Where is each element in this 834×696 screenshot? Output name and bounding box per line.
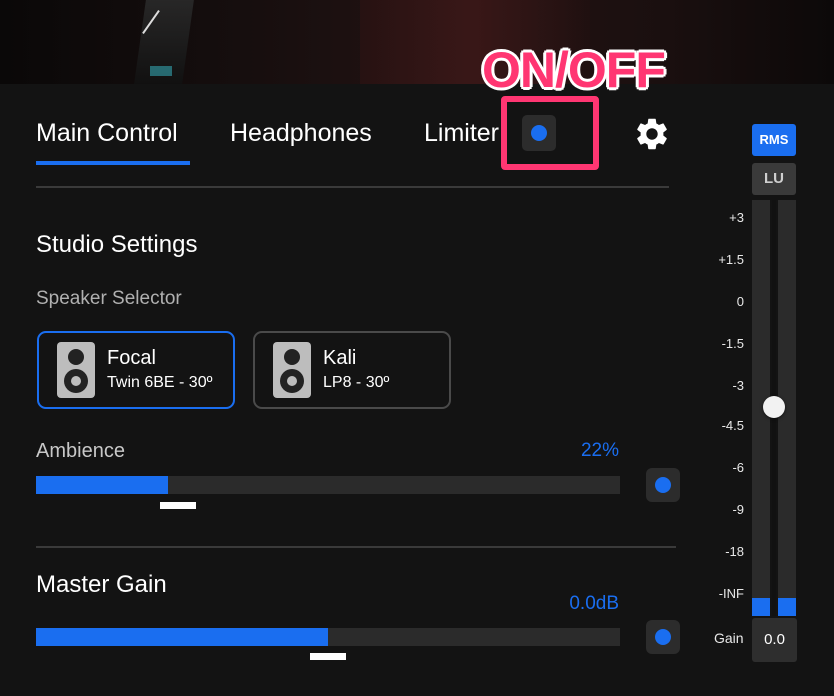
tab-main-control[interactable]: Main Control bbox=[36, 118, 178, 148]
speaker-icon bbox=[273, 342, 311, 398]
meter-scale-label: -9 bbox=[732, 502, 744, 517]
ambience-value: 22% bbox=[580, 440, 619, 461]
speaker-name: Kali bbox=[323, 347, 357, 369]
speaker-model: Twin 6BE - 30º bbox=[107, 374, 213, 391]
annotation-label: ON/OFF bbox=[482, 42, 666, 98]
ambience-slider-fill bbox=[36, 476, 168, 494]
tab-limiter[interactable]: Limiter bbox=[424, 118, 500, 148]
header-photo bbox=[0, 0, 834, 84]
master-gain-toggle[interactable] bbox=[646, 620, 680, 654]
active-tab-indicator bbox=[36, 161, 190, 165]
tab-headphones[interactable]: Headphones bbox=[230, 118, 372, 148]
meter-scale-label: -3 bbox=[732, 378, 744, 393]
lu-mode-button[interactable]: LU bbox=[752, 163, 796, 195]
meter-scale-label: -6 bbox=[732, 460, 744, 475]
master-gain-value: 0.0dB bbox=[569, 593, 619, 614]
ambience-label: Ambience bbox=[36, 440, 125, 462]
speaker-model: LP8 - 30º bbox=[323, 374, 390, 391]
speaker-selector-label: Speaker Selector bbox=[36, 288, 182, 309]
meter-scale-label: +1.5 bbox=[718, 252, 744, 267]
speaker-option-focal[interactable]: Focal Twin 6BE - 30º bbox=[37, 331, 235, 409]
speaker-icon bbox=[57, 342, 95, 398]
gain-fader-knob[interactable] bbox=[763, 396, 785, 418]
ambience-slider[interactable] bbox=[36, 476, 620, 494]
ambience-slider-handle[interactable] bbox=[160, 502, 196, 509]
master-gain-label: Master Gain bbox=[36, 571, 167, 598]
master-gain-slider-handle[interactable] bbox=[310, 653, 346, 660]
annotation-highlight-box bbox=[501, 96, 599, 170]
tabs-divider bbox=[36, 186, 669, 188]
toggle-on-indicator bbox=[655, 477, 671, 493]
master-gain-slider-fill bbox=[36, 628, 328, 646]
meter-scale-label: +3 bbox=[729, 210, 744, 225]
ambience-toggle[interactable] bbox=[646, 468, 680, 502]
meter-scale-label: -1.5 bbox=[721, 336, 744, 351]
speaker-name: Focal bbox=[107, 347, 156, 369]
meter-scale-label: -4.5 bbox=[721, 418, 744, 433]
toggle-on-indicator bbox=[655, 629, 671, 645]
master-gain-slider[interactable] bbox=[36, 628, 620, 646]
meter-scale-label: -18 bbox=[725, 544, 744, 559]
gain-label: Gain bbox=[714, 630, 744, 646]
meter-scale-label: 0 bbox=[736, 294, 744, 309]
gain-value-field[interactable]: 0.0 bbox=[752, 618, 797, 662]
speaker-option-kali[interactable]: Kali LP8 - 30º bbox=[253, 331, 451, 409]
gear-icon[interactable] bbox=[633, 115, 671, 153]
meter-scale-label: -INF bbox=[718, 586, 744, 601]
rms-mode-button[interactable]: RMS bbox=[752, 124, 796, 156]
section-title: Studio Settings bbox=[36, 231, 198, 258]
section-divider bbox=[36, 546, 676, 548]
